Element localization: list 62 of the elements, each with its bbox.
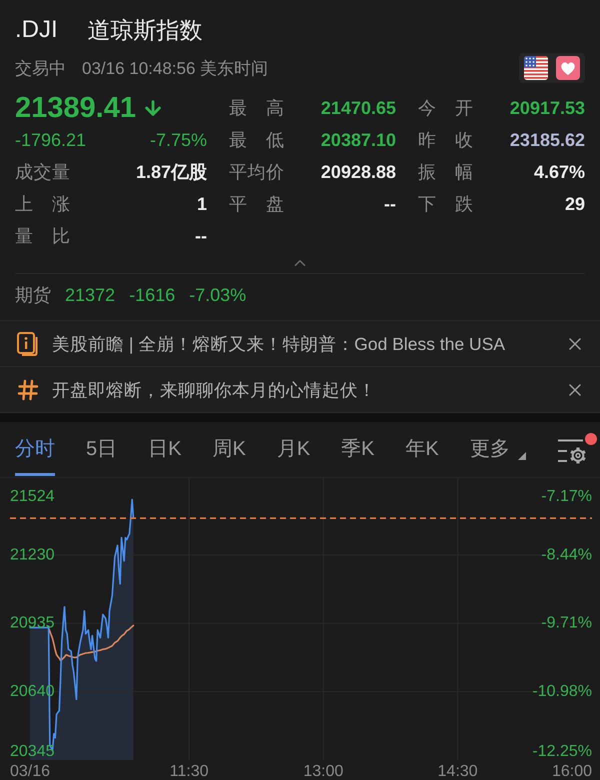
- price-axis-label: 20345: [10, 743, 54, 760]
- price-change-percent: -7.75%: [150, 130, 207, 150]
- period-tab[interactable]: 日K: [148, 435, 182, 476]
- time-axis-label: 16:00: [552, 763, 592, 780]
- stat-label: 上 涨: [15, 193, 70, 216]
- hash-icon: [17, 378, 39, 400]
- period-tab[interactable]: 年K: [406, 435, 439, 476]
- stat-label: 量 比: [15, 225, 70, 248]
- futures-label: 期货: [15, 284, 51, 307]
- index-symbol: .DJI: [15, 16, 58, 44]
- percent-axis-label: -12.25%: [532, 743, 592, 760]
- futures-price: 21372: [65, 284, 116, 306]
- stat-label: 下 跌: [418, 193, 473, 216]
- chart-settings-icon[interactable]: [556, 438, 587, 464]
- period-tab[interactable]: 周K: [212, 435, 246, 476]
- percent-axis-label: -10.98%: [532, 682, 592, 700]
- price-axis-label: 21230: [10, 546, 54, 564]
- period-tab[interactable]: 月K: [276, 435, 310, 476]
- period-tab[interactable]: 5日: [86, 435, 118, 476]
- stat-label: 昨 收: [418, 129, 473, 152]
- time-axis-label: 11:30: [170, 763, 208, 780]
- time-axis-label: 03/16: [10, 763, 50, 780]
- percent-axis-label: -7.17%: [541, 488, 592, 506]
- price-axis-label: 21524: [10, 488, 54, 506]
- period-tab[interactable]: 分时: [15, 435, 55, 476]
- futures-change: -1616: [129, 284, 176, 306]
- news-headline[interactable]: 美股前瞻 | 全崩！熔断又来！特朗普：God Bless the USA: [52, 332, 506, 356]
- stat-label: 振 幅: [418, 161, 473, 184]
- stat-value: 20917.53: [510, 98, 585, 118]
- market-status: 交易中: [15, 58, 66, 80]
- us-flag-icon: [524, 56, 548, 80]
- stat-label: 平均价: [229, 161, 284, 184]
- info-card-icon: [17, 332, 39, 356]
- stat-label: 最 高: [229, 97, 284, 120]
- stat-value: 21470.65: [320, 98, 396, 118]
- stat-value: 1.87亿股: [136, 161, 207, 184]
- stat-value: 23185.62: [510, 130, 585, 150]
- stat-label: 最 低: [229, 129, 284, 152]
- stat-value: 20928.88: [320, 162, 396, 182]
- stat-value: 4.67%: [534, 162, 585, 182]
- futures-change-percent: -7.03%: [189, 284, 246, 306]
- stat-label: 今 开: [418, 97, 473, 120]
- time-axis-label: 14:30: [438, 763, 478, 780]
- news-headline[interactable]: 开盘即熔断，来聊聊你本月的心情起伏！: [52, 378, 376, 402]
- stat-value: 20387.10: [320, 130, 396, 150]
- period-tab[interactable]: 季K: [341, 435, 374, 476]
- index-name: 道琼斯指数: [88, 16, 203, 44]
- stat-label: 平 盘: [229, 193, 284, 216]
- more-menu-tab[interactable]: 更多: [470, 435, 526, 476]
- stat-label: 成交量: [15, 161, 70, 184]
- dropdown-caret-icon: [518, 452, 526, 460]
- last-price: 21389.41: [15, 92, 136, 124]
- time-axis-label: 13:00: [303, 763, 344, 780]
- stat-value: --: [384, 194, 396, 214]
- stat-value: 29: [564, 194, 585, 214]
- percent-axis-label: -8.44%: [541, 546, 592, 564]
- percent-axis-label: -9.71%: [541, 614, 592, 632]
- quote-timestamp: 03/16 10:48:56 美东时间: [82, 58, 268, 80]
- stat-value: --: [195, 226, 207, 246]
- price-axis-label: 20935: [10, 614, 54, 632]
- stat-value: 1: [196, 194, 207, 214]
- price-change: -1796.21: [15, 130, 86, 150]
